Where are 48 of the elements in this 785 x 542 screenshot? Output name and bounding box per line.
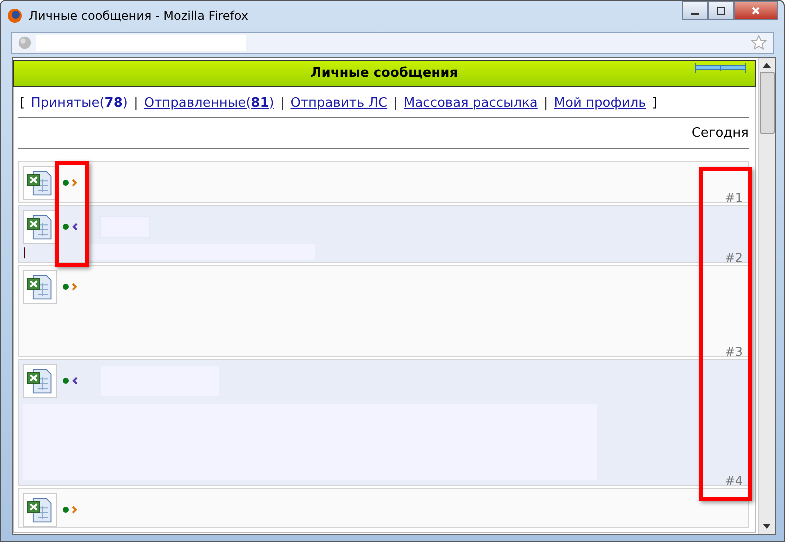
minimize-icon — [691, 12, 699, 14]
maximize-icon — [716, 6, 726, 16]
right-chevron-icon — [72, 506, 78, 514]
nav-link[interactable]: Отправленные(81) — [144, 96, 274, 111]
separator: | — [134, 96, 138, 111]
page-title: Личные сообщения — [310, 66, 458, 81]
status-dot-icon — [63, 507, 69, 513]
status-dot-icon — [63, 224, 69, 230]
spreadsheet-icon — [23, 270, 57, 304]
nav-link[interactable]: Мой профиль — [554, 96, 646, 111]
nav-link[interactable]: Отправить ЛС — [290, 96, 388, 111]
spreadsheet-icon — [23, 364, 57, 398]
maximize-button[interactable] — [708, 1, 734, 20]
bracket: [ — [20, 96, 26, 111]
message-number: #2 — [725, 251, 743, 265]
firefox-icon — [7, 8, 23, 24]
scrollbar-thumb[interactable] — [760, 72, 774, 134]
bracket: ] — [652, 96, 658, 111]
status-dot-icon — [63, 284, 69, 290]
left-chevron-icon — [72, 377, 78, 385]
separator: | — [544, 96, 548, 111]
minimize-button[interactable] — [682, 1, 708, 20]
scroll-up-icon[interactable] — [763, 63, 771, 68]
scrollbar[interactable] — [758, 58, 775, 534]
address-bar[interactable] — [11, 32, 774, 54]
date-label: Сегодня — [692, 126, 749, 141]
message-number: #3 — [725, 345, 743, 359]
separator: | — [280, 96, 285, 111]
status-dot-icon — [63, 378, 69, 384]
right-chevron-icon — [72, 283, 78, 291]
status-dot-icon — [63, 180, 69, 186]
globe-icon — [18, 36, 32, 50]
message-text: | — [23, 246, 27, 258]
message-number: #1 — [725, 191, 743, 205]
left-chevron-icon — [72, 223, 78, 231]
close-icon — [751, 6, 761, 16]
spreadsheet-icon — [23, 210, 57, 244]
scroll-down-icon[interactable] — [763, 524, 771, 529]
message-number: #4 — [725, 474, 743, 488]
spreadsheet-icon — [23, 166, 57, 200]
ruler-icon — [695, 63, 747, 73]
nav-link[interactable]: Массовая рассылка — [404, 96, 538, 111]
separator: | — [394, 96, 398, 111]
star-icon[interactable] — [751, 35, 767, 51]
nav-link[interactable]: Принятые(78) — [31, 96, 128, 111]
right-chevron-icon — [72, 179, 78, 187]
window-title: Личные сообщения - Mozilla Firefox — [29, 8, 248, 22]
close-button[interactable] — [734, 1, 778, 20]
